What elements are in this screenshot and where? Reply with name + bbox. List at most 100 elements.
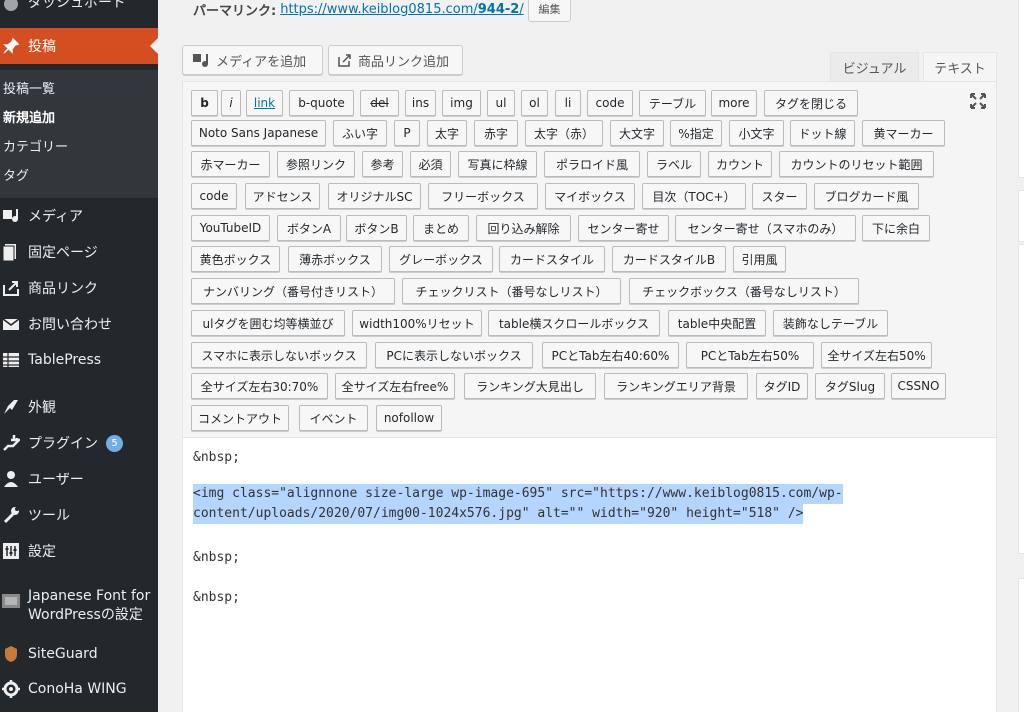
quicktag-button[interactable]: CSSNO: [891, 373, 946, 399]
quicktag-button[interactable]: 参照リンク: [277, 151, 355, 177]
quicktag-button[interactable]: code: [587, 90, 633, 116]
quicktag-button[interactable]: タグを閉じる: [764, 90, 858, 116]
quicktag-button[interactable]: ブログカード風: [814, 183, 919, 209]
menu-settings[interactable]: 設定: [0, 539, 158, 563]
quicktag-button[interactable]: 参考: [362, 151, 403, 177]
quicktag-button[interactable]: PCとTab左右40:60%: [542, 342, 679, 368]
quicktag-button[interactable]: ランキング大見出し: [464, 373, 596, 399]
submenu-all-posts[interactable]: 投稿一覧: [3, 78, 55, 97]
quicktag-button[interactable]: スター: [752, 183, 807, 209]
quicktag-button[interactable]: 薄赤ボックス: [288, 246, 382, 272]
quicktag-button[interactable]: li: [555, 90, 581, 116]
quicktag-button[interactable]: table横スクロールボックス: [488, 310, 660, 336]
quicktag-button[interactable]: 黄マーカー: [862, 120, 945, 146]
quicktag-button[interactable]: 大文字: [610, 120, 664, 146]
menu-dashboard[interactable]: ダッシュボード: [0, 0, 158, 14]
quicktag-button[interactable]: table中央配置: [668, 310, 766, 336]
add-product-link-button[interactable]: 商品リンク追加: [328, 45, 463, 75]
menu-product-link[interactable]: 商品リンク: [0, 276, 158, 300]
menu-conoha[interactable]: ConoHa WING: [0, 677, 158, 701]
quicktag-button[interactable]: テーブル: [639, 90, 706, 116]
quicktag-button[interactable]: アドセンス: [245, 183, 320, 209]
quicktag-button[interactable]: オリジナルSC: [328, 183, 421, 209]
quicktag-button[interactable]: PCに表示しないボックス: [375, 342, 533, 368]
quicktag-button[interactable]: ナンバリング（番号付きリスト）: [191, 278, 395, 304]
quicktag-button[interactable]: タグID: [756, 373, 808, 399]
quicktag-button[interactable]: 回り込み解除: [476, 215, 571, 241]
quicktag-button[interactable]: センター寄せ: [578, 215, 669, 241]
quicktag-button[interactable]: 必須: [410, 151, 451, 177]
menu-appearance[interactable]: 外観: [0, 395, 158, 419]
quicktag-button[interactable]: YouTubeID: [191, 215, 270, 241]
quicktag-button[interactable]: カウントのリセット範囲: [779, 151, 934, 177]
quicktag-button[interactable]: マイボックス: [545, 183, 635, 209]
quicktag-button[interactable]: width100%リセット: [352, 310, 482, 336]
quicktag-button[interactable]: グレーボックス: [389, 246, 493, 272]
quicktag-button[interactable]: 太字（赤）: [525, 120, 603, 146]
quicktag-button[interactable]: ul: [487, 90, 515, 116]
quicktag-button[interactable]: 赤字: [474, 120, 518, 146]
quicktag-button[interactable]: 太字: [427, 120, 467, 146]
quicktag-button[interactable]: 目次（TOC+）: [642, 183, 746, 209]
quicktag-button[interactable]: カードスタイルB: [612, 246, 726, 272]
submenu-categories[interactable]: カテゴリー: [3, 136, 68, 155]
quicktag-button[interactable]: 引用風: [733, 246, 786, 272]
quicktag-button[interactable]: センター寄せ（スマホのみ）: [675, 215, 856, 241]
menu-plugins[interactable]: プラグイン 5: [0, 431, 158, 455]
quicktag-button[interactable]: more: [711, 90, 757, 116]
quicktag-button[interactable]: コメントアウト: [191, 405, 289, 431]
fullscreen-icon[interactable]: [969, 92, 987, 110]
quicktag-button[interactable]: イベント: [299, 405, 368, 431]
menu-tablepress[interactable]: TablePress: [0, 348, 158, 372]
quicktag-button[interactable]: code: [191, 183, 237, 209]
menu-pages[interactable]: 固定ページ: [0, 240, 158, 264]
quicktag-button[interactable]: ボタンA: [277, 215, 341, 241]
menu-media[interactable]: メディア: [0, 204, 158, 228]
quicktag-button[interactable]: 赤マーカー: [191, 151, 270, 177]
menu-siteguard[interactable]: SiteGuard: [0, 642, 158, 666]
quicktag-button[interactable]: ボタンB: [346, 215, 407, 241]
quicktag-button[interactable]: チェックリスト（番号なしリスト）: [402, 278, 621, 304]
quicktag-button[interactable]: 装飾なしテーブル: [773, 310, 888, 336]
quicktag-button[interactable]: ins: [405, 90, 436, 116]
submenu-add-new[interactable]: 新規追加: [3, 107, 55, 126]
submenu-tags[interactable]: タグ: [3, 165, 29, 184]
quicktag-button[interactable]: スマホに表示しないボックス: [191, 342, 367, 368]
menu-japanese-font[interactable]: Japanese Font for WordPressの設定: [0, 588, 158, 628]
quicktag-button[interactable]: img: [442, 90, 481, 116]
quicktag-button[interactable]: ポラロイド風: [544, 151, 640, 177]
menu-posts[interactable]: 投稿: [0, 28, 158, 64]
add-media-button[interactable]: メディアを追加: [182, 45, 323, 75]
quicktag-button[interactable]: 全サイズ左右50%: [821, 342, 932, 368]
quicktag-button[interactable]: タグSlug: [815, 373, 885, 399]
quicktag-button[interactable]: チェックボックス（番号なしリスト）: [629, 278, 859, 304]
quicktag-button[interactable]: ドット線: [790, 120, 855, 146]
quicktag-button[interactable]: 下に余白: [862, 215, 930, 241]
quicktag-button[interactable]: b: [191, 90, 218, 116]
permalink-url[interactable]: https://www.keiblog0815.com/944-2/: [280, 2, 524, 17]
quicktag-button[interactable]: 全サイズ左右free%: [335, 373, 455, 399]
quicktag-button[interactable]: P: [394, 120, 420, 146]
quicktag-button[interactable]: ol: [521, 90, 548, 116]
menu-contact[interactable]: お問い合わせ: [0, 312, 158, 336]
menu-users[interactable]: ユーザー: [0, 467, 158, 491]
quicktag-button[interactable]: フリーボックス: [428, 183, 538, 209]
quicktag-button[interactable]: カードスタイル: [499, 246, 605, 272]
tab-visual[interactable]: ビジュアル: [830, 52, 919, 82]
quicktag-button[interactable]: b-quote: [289, 90, 354, 116]
quicktag-button[interactable]: ランキングエリア背景: [604, 373, 748, 399]
permalink-edit-button[interactable]: 編集: [528, 0, 571, 22]
menu-tools[interactable]: ツール: [0, 503, 158, 527]
quicktag-button[interactable]: del: [360, 90, 399, 116]
quicktag-button[interactable]: ulタグを囲む均等横並び: [191, 310, 345, 336]
quicktag-button[interactable]: 全サイズ左右30:70%: [191, 373, 328, 399]
quicktag-button[interactable]: link: [246, 90, 283, 116]
quicktag-button[interactable]: 小文字: [729, 120, 784, 146]
quicktag-button[interactable]: Noto Sans Japanese: [191, 120, 326, 146]
quicktag-button[interactable]: PCとTab左右50%: [686, 342, 814, 368]
quicktag-button[interactable]: ラベル: [647, 151, 701, 177]
quicktag-button[interactable]: 黄色ボックス: [191, 246, 280, 272]
quicktag-button[interactable]: 写真に枠線: [458, 151, 537, 177]
quicktag-button[interactable]: nofollow: [376, 405, 442, 431]
quicktag-button[interactable]: i: [221, 90, 241, 116]
